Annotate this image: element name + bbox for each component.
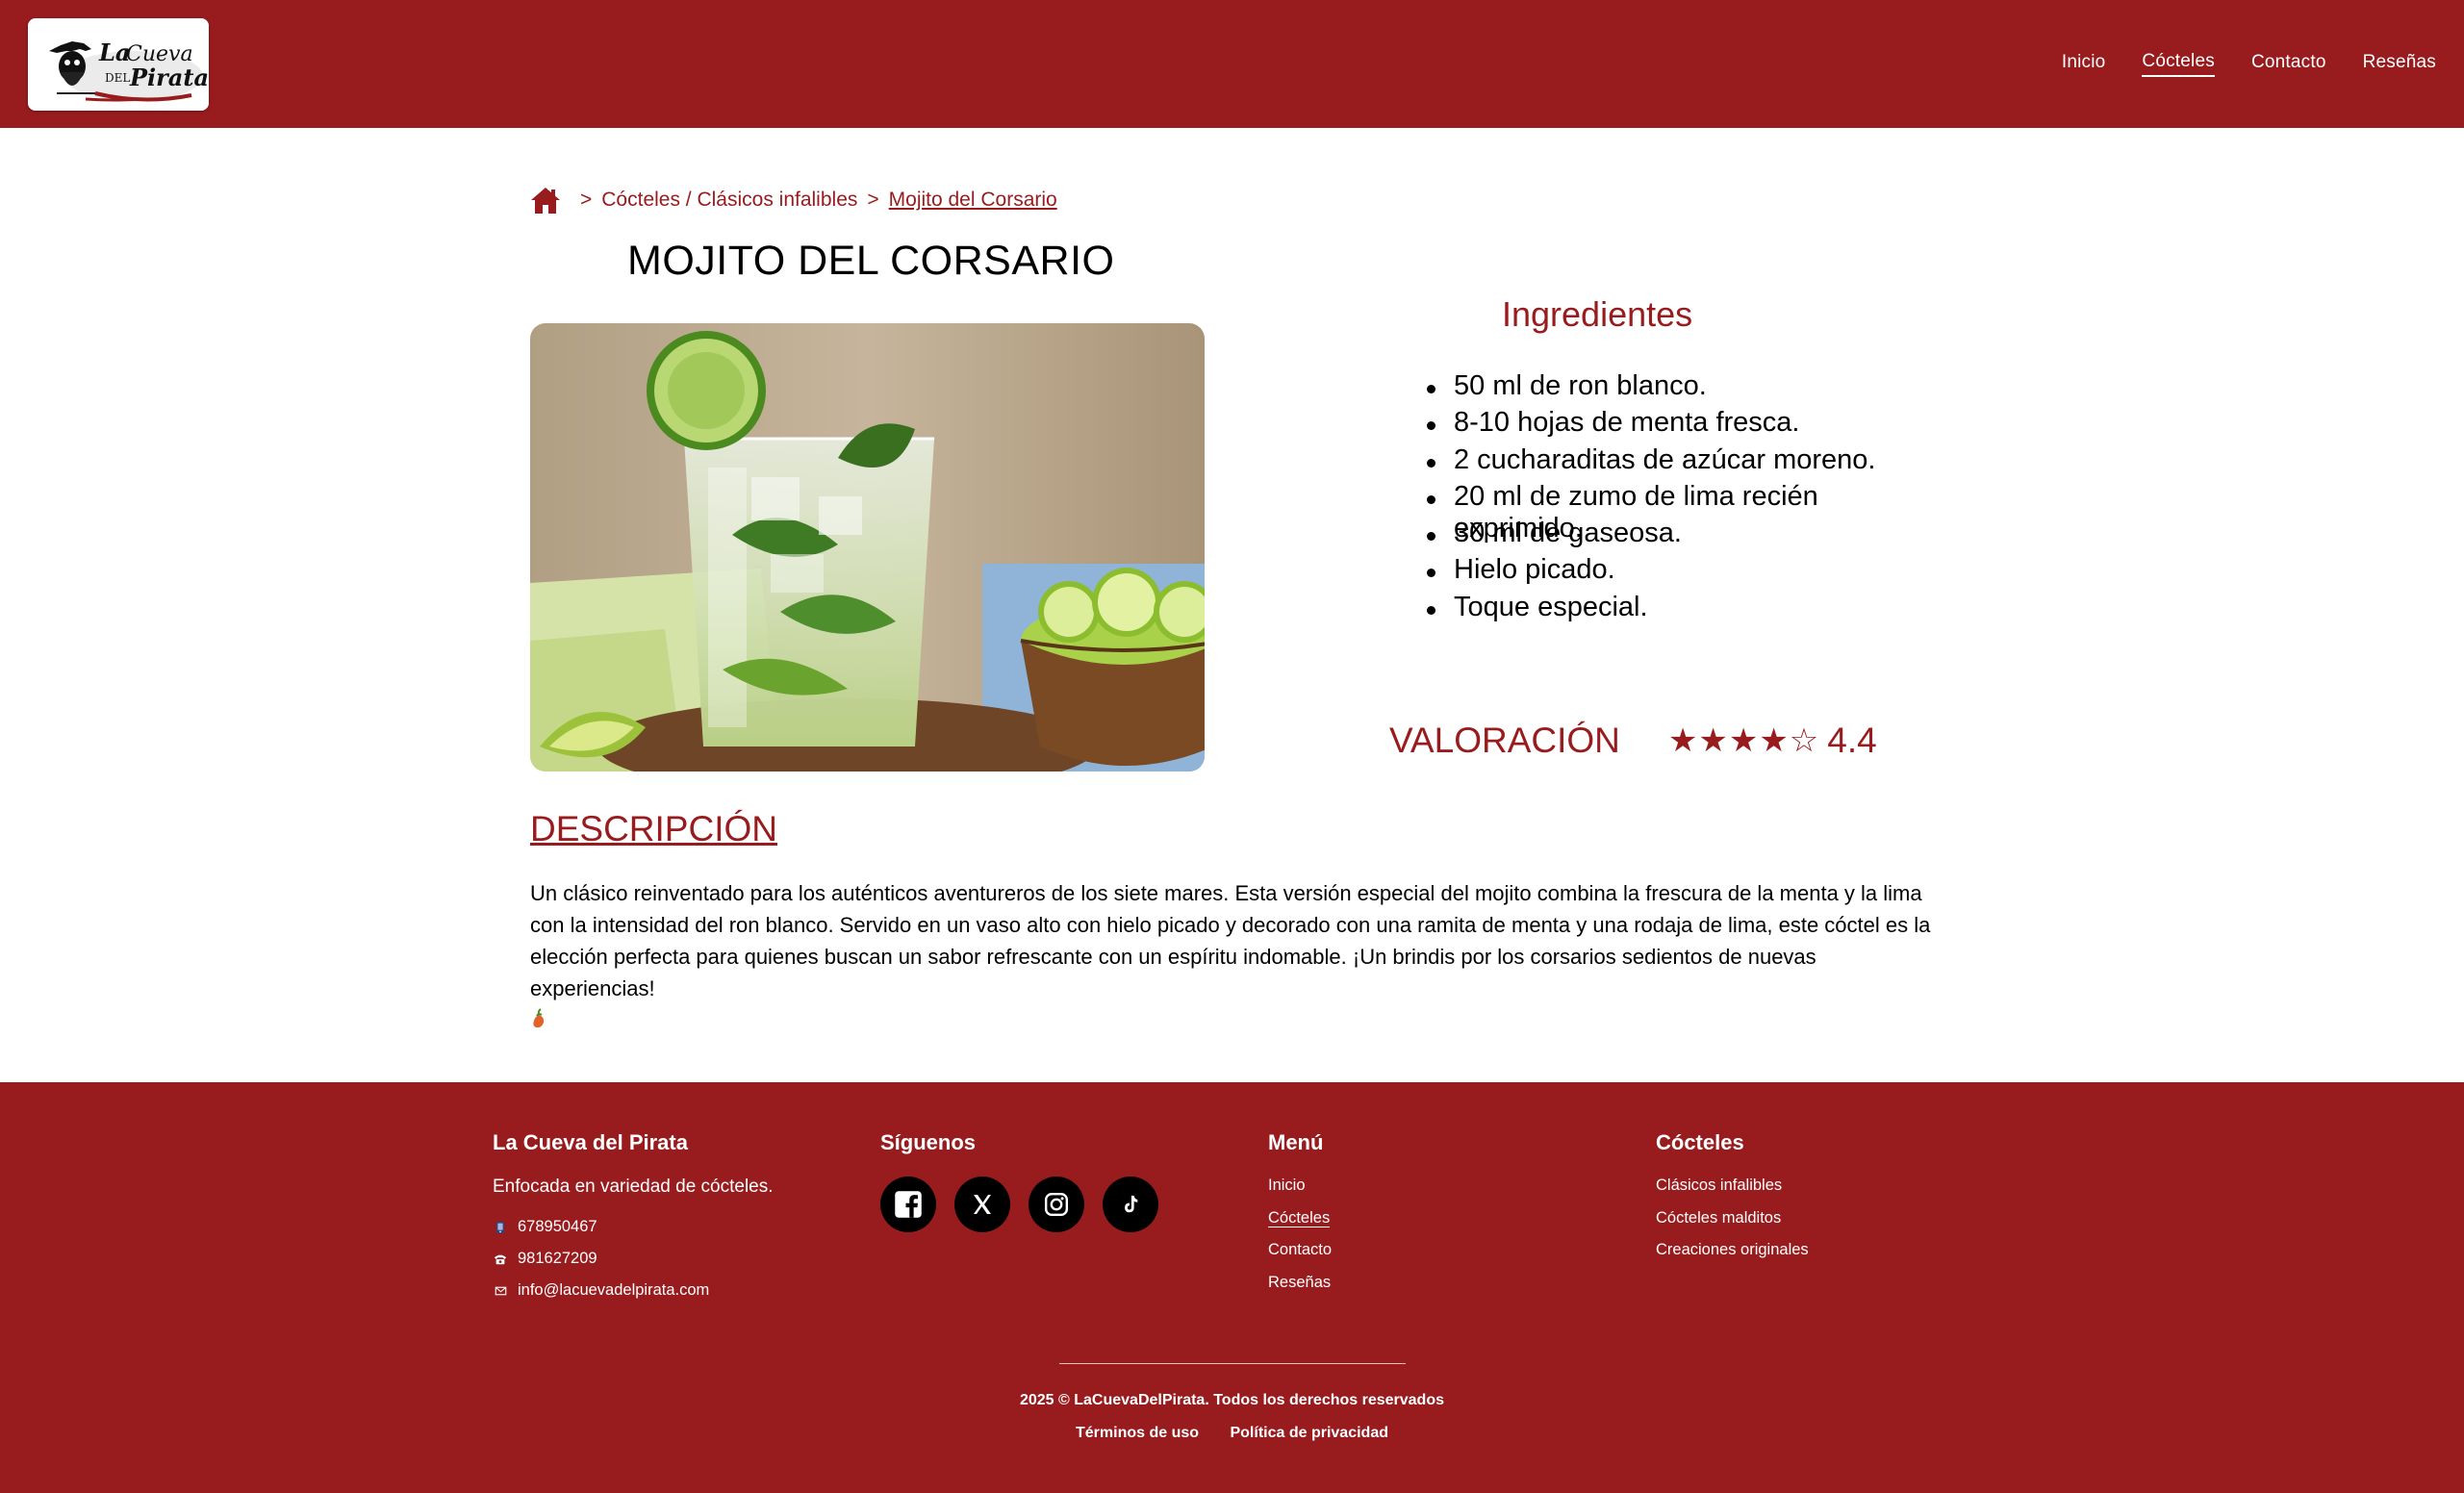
ingredient-item: 30 ml de gaseosa. [1425, 518, 1935, 554]
cocktail-photo [530, 323, 1205, 772]
ingredient-item: 50 ml de ron blanco. [1425, 370, 1935, 407]
mail-icon [493, 1283, 508, 1299]
site-footer: La Cueva del Pirata Enfocada en variedad… [0, 1082, 2464, 1493]
footer-divider [1059, 1363, 1406, 1364]
instagram-icon[interactable] [1029, 1177, 1084, 1232]
home-icon[interactable] [530, 186, 561, 215]
page-title: MOJITO DEL CORSARIO [627, 238, 1115, 284]
nav-cocteles[interactable]: Cócteles [2142, 51, 2215, 77]
x-icon[interactable] [954, 1177, 1010, 1232]
nav-contacto[interactable]: Contacto [2251, 52, 2326, 76]
rating-label: VALORACIÓN [1389, 721, 1620, 760]
svg-text:DEL: DEL [105, 71, 130, 85]
footer-menu: Menú Inicio Cócteles Contacto Reseñas [1268, 1130, 1332, 1305]
recipe-page: > Cócteles / Clásicos infalibles > Mojit… [530, 128, 1935, 1082]
footer-phone: 981627209 [493, 1243, 774, 1275]
description-text: Un clásico reinventado para los auténtic… [530, 877, 1935, 1029]
phone-icon [493, 1252, 508, 1267]
breadcrumb-category[interactable]: Cócteles / Clásicos infalibles [601, 189, 857, 212]
main-nav: Inicio Cócteles Contacto Reseñas [2062, 0, 2436, 128]
breadcrumb-separator: > [580, 189, 593, 211]
breadcrumb-separator: > [867, 189, 879, 211]
ingredient-item: Hielo picado. [1425, 554, 1935, 591]
rating: VALORACIÓN ★★★★☆ 4.4 [1389, 721, 1877, 761]
privacy-link[interactable]: Política de privacidad [1230, 1425, 1388, 1441]
ingredients-heading: Ingredientes [1502, 294, 1693, 334]
nav-inicio[interactable]: Inicio [2062, 52, 2106, 76]
copyright: 2025 © LaCuevaDelPirata. Todos los derec… [1019, 1392, 1444, 1408]
footer-link-clasicos[interactable]: Clásicos infalibles [1656, 1177, 1809, 1209]
phone-number[interactable]: 981627209 [518, 1250, 597, 1268]
site-logo[interactable]: La Cueva DEL Pirata [28, 18, 209, 111]
ingredient-item: Toque especial. [1425, 592, 1935, 628]
footer-mobile: 678950467 [493, 1211, 774, 1243]
footer-menu-title: Menú [1268, 1130, 1324, 1154]
rating-score: 4.4 [1827, 721, 1877, 760]
breadcrumb-current[interactable]: Mojito del Corsario [889, 189, 1057, 212]
ingredient-item: 2 cucharaditas de azúcar moreno. [1425, 444, 1935, 481]
facebook-icon[interactable] [880, 1177, 936, 1232]
terms-link[interactable]: Términos de uso [1076, 1425, 1199, 1441]
ingredients-list: 50 ml de ron blanco. 8-10 hojas de menta… [1425, 370, 1935, 628]
footer-link-resenas[interactable]: Reseñas [1268, 1274, 1332, 1306]
footer-cocktails-title: Cócteles [1656, 1130, 1744, 1154]
footer-cocktails: Cócteles Clásicos infalibles Cócteles ma… [1656, 1130, 1809, 1274]
footer-tagline: Enfocada en variedad de cócteles. [493, 1177, 774, 1197]
footer-link-contacto[interactable]: Contacto [1268, 1241, 1332, 1274]
footer-link-cocteles[interactable]: Cócteles [1268, 1208, 1332, 1242]
footer-email: info@lacuevadelpirata.com [493, 1275, 774, 1306]
description-heading: DESCRIPCIÓN [530, 809, 777, 848]
footer-link-inicio[interactable]: Inicio [1268, 1177, 1332, 1209]
footer-social: Síguenos [880, 1130, 1158, 1232]
site-header: La Cueva DEL Pirata Inicio Cócteles Cont… [0, 0, 2464, 128]
rating-stars-icon: ★★★★☆ [1667, 722, 1820, 759]
footer-social-title: Síguenos [880, 1130, 977, 1154]
footer-link-malditos[interactable]: Cócteles malditos [1656, 1209, 1809, 1242]
tiktok-icon[interactable] [1103, 1177, 1158, 1232]
footer-about: La Cueva del Pirata Enfocada en variedad… [493, 1130, 774, 1306]
svg-text:Pirata: Pirata [129, 63, 209, 91]
ingredient-item: 8-10 hojas de menta fresca. [1425, 407, 1935, 443]
footer-about-title: La Cueva del Pirata [493, 1130, 688, 1154]
mobile-icon [493, 1220, 508, 1235]
social-links [880, 1177, 1158, 1232]
nav-resenas[interactable]: Reseñas [2363, 52, 2436, 76]
breadcrumb: > Cócteles / Clásicos infalibles > Mojit… [530, 186, 1057, 215]
legal-links: Términos de uso Política de privacidad [0, 1425, 2464, 1442]
footer-link-creaciones[interactable]: Creaciones originales [1656, 1241, 1809, 1274]
mobile-number[interactable]: 678950467 [518, 1218, 597, 1236]
description-body: Un clásico reinventado para los auténtic… [530, 881, 1931, 1000]
chili-pepper-icon [533, 1008, 545, 1028]
pirate-logo-icon: La Cueva DEL Pirata [28, 18, 209, 111]
email-address[interactable]: info@lacuevadelpirata.com [518, 1281, 709, 1300]
ingredient-item: 20 ml de zumo de lima recién exprimido. [1425, 481, 1935, 544]
